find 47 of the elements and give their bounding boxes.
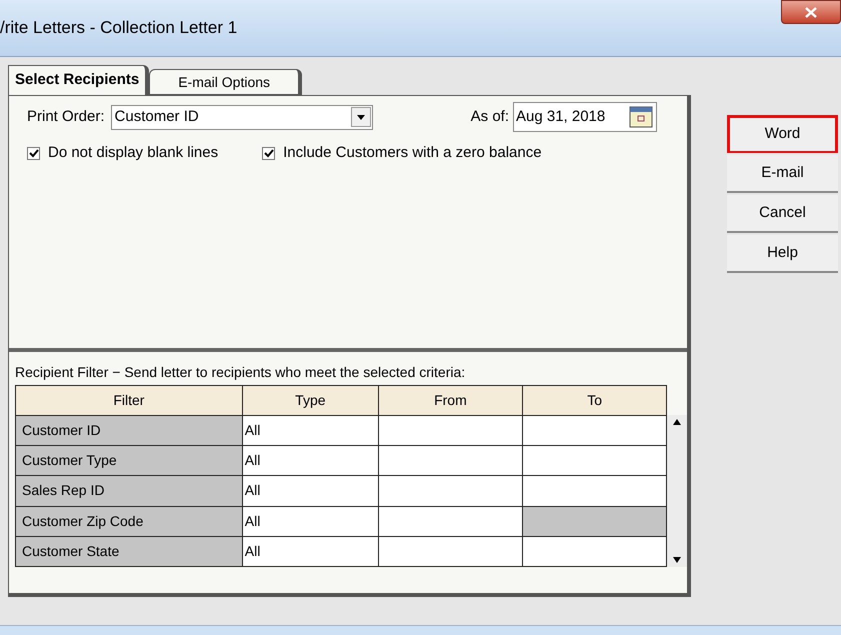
table-cell[interactable]: All	[242, 416, 378, 446]
table-cell[interactable]	[378, 416, 522, 446]
table-cell[interactable]	[378, 536, 522, 566]
checkbox[interactable]	[262, 146, 276, 160]
print-order-label: Print Order:	[27, 106, 105, 127]
dialog-button[interactable]: Cancel	[727, 195, 838, 233]
checkbox-label: Do not display blank lines	[48, 143, 218, 163]
print-order-dropdown[interactable]: Customer ID	[110, 104, 373, 130]
column-header: Filter	[16, 386, 242, 416]
dropdown-value: Customer ID	[114, 106, 199, 127]
column-header: Type	[242, 386, 378, 416]
table-cell: Customer ID	[16, 416, 242, 446]
table-cell[interactable]	[378, 446, 522, 476]
table-cell: Customer Type	[16, 446, 242, 476]
table-cell[interactable]	[522, 416, 667, 446]
calendar-icon[interactable]	[629, 106, 653, 128]
as-of-field[interactable]: Aug 31, 2018	[513, 102, 657, 132]
window-title: /rite Letters - Collection Letter 1	[0, 17, 238, 40]
dropdown-arrow-button[interactable]	[350, 107, 371, 127]
table-cell[interactable]: All	[242, 506, 378, 536]
table-cell[interactable]	[378, 476, 522, 506]
close-icon	[805, 6, 817, 18]
column-header: From	[378, 386, 522, 416]
table-cell: Customer State	[16, 536, 242, 566]
tab[interactable]: Select Recipients	[8, 65, 150, 95]
table-cell[interactable]	[522, 446, 667, 476]
table-cell[interactable]: All	[242, 446, 378, 476]
table-cell[interactable]	[522, 476, 667, 506]
tab[interactable]: E-mail Options	[149, 69, 302, 95]
caret-icon	[356, 114, 365, 120]
scrollbar[interactable]	[667, 415, 687, 567]
table-cell: Customer Zip Code	[16, 506, 242, 536]
dialog-button[interactable]: Word	[727, 115, 838, 153]
table-cell[interactable]	[522, 536, 667, 566]
checkbox-label: Include Customers with a zero balance	[283, 143, 542, 163]
dialog-button[interactable]: Help	[727, 235, 838, 273]
date-value: Aug 31, 2018	[516, 106, 606, 127]
table-cell[interactable]: All	[242, 536, 378, 566]
filter-caption: Recipient Filter − Send letter to recipients who meet the selected criteria:	[15, 363, 466, 382]
table-cell[interactable]	[378, 506, 522, 536]
table-cell[interactable]: All	[242, 476, 378, 506]
table-cell: Sales Rep ID	[16, 476, 242, 506]
as-of-label: As of:	[470, 106, 509, 127]
close-button[interactable]	[781, 0, 841, 24]
dialog-button[interactable]: E-mail	[727, 155, 838, 193]
column-header: To	[522, 386, 667, 416]
checkbox[interactable]	[27, 146, 40, 160]
